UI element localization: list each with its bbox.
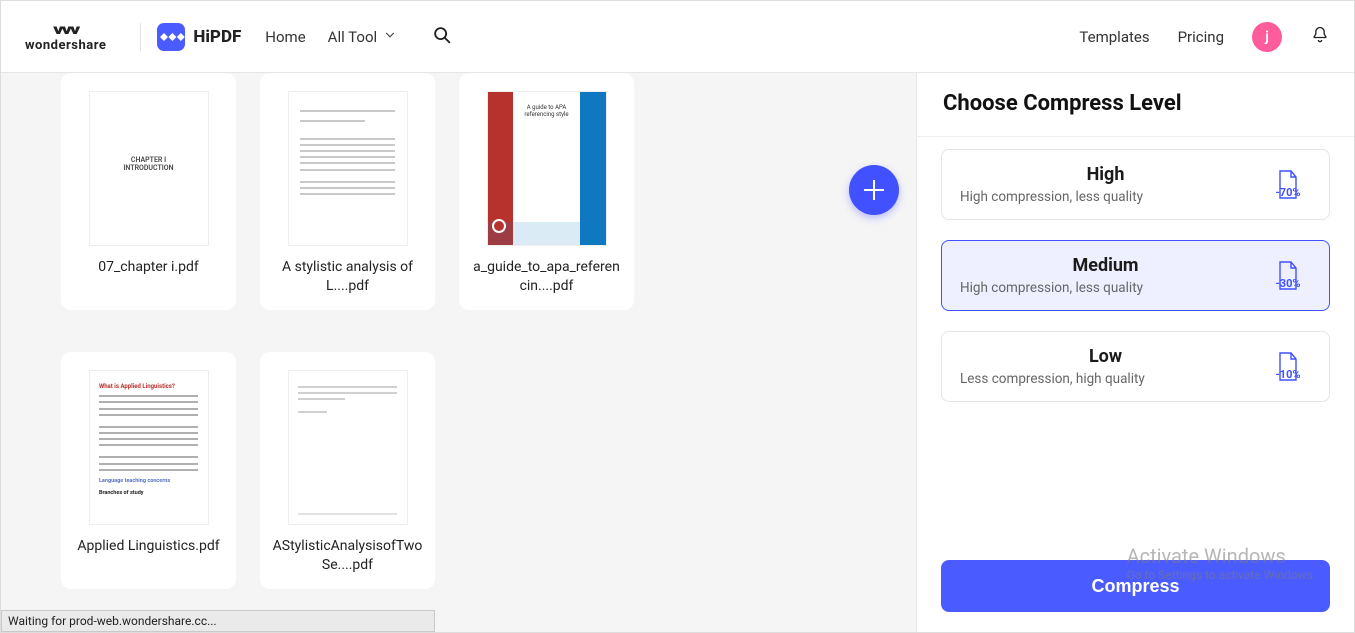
avatar[interactable]: j: [1252, 22, 1282, 52]
level-text: High High compression, less quality: [960, 164, 1251, 205]
browser-status-bar: Waiting for prod-web.wondershare.cc...: [1, 610, 435, 632]
chevron-down-icon: [383, 28, 397, 46]
search-icon[interactable]: [431, 24, 453, 50]
file-card[interactable]: AStylisticAnalysisofTwoSe....pdf: [260, 352, 435, 589]
nav-all-tools-label: All Tool: [328, 28, 378, 46]
bell-icon[interactable]: [1310, 25, 1330, 49]
level-desc: High compression, less quality: [960, 280, 1251, 296]
level-low[interactable]: Low Less compression, high quality -10%: [941, 331, 1330, 402]
file-name: AStylisticAnalysisofTwoSe....pdf: [272, 537, 423, 575]
file-icon: [1276, 170, 1300, 200]
panel-title: Choose Compress Level: [917, 73, 1354, 136]
panel-body: High High compression, less quality -70%…: [917, 136, 1354, 544]
level-high[interactable]: High High compression, less quality -70%: [941, 149, 1330, 220]
file-name: a_guide_to_apa_referencin....pdf: [471, 258, 622, 296]
file-thumbnail: [288, 91, 408, 246]
file-thumbnail: A guide to APAreferencing style: [487, 91, 607, 246]
level-name: High: [960, 164, 1251, 185]
file-thumbnail: What is Applied Linguistics? Language te…: [89, 370, 209, 525]
nav-all-tools[interactable]: All Tool: [328, 28, 398, 46]
file-card[interactable]: CHAPTER IINTRODUCTION 07_chapter i.pdf: [61, 73, 236, 310]
compress-button[interactable]: Compress: [941, 560, 1330, 612]
level-medium[interactable]: Medium High compression, less quality -3…: [941, 240, 1330, 311]
hipdf-title[interactable]: HiPDF: [193, 27, 241, 47]
file-card[interactable]: What is Applied Linguistics? Language te…: [61, 352, 236, 589]
file-thumbnail: [288, 370, 408, 525]
level-text: Low Less compression, high quality: [960, 346, 1251, 387]
hipdf-glyph-icon: [157, 23, 185, 51]
templates-link[interactable]: Templates: [1079, 28, 1149, 46]
file-icon: [1276, 261, 1300, 291]
file-name: 07_chapter i.pdf: [98, 258, 199, 277]
file-card[interactable]: A guide to APAreferencing style a_guide_…: [459, 73, 634, 310]
level-text: Medium High compression, less quality: [960, 255, 1251, 296]
file-name: Applied Linguistics.pdf: [77, 537, 219, 556]
add-file-button[interactable]: [849, 165, 899, 215]
pricing-link[interactable]: Pricing: [1178, 28, 1224, 46]
panel-footer: Activate Windows Go to Settings to activ…: [917, 544, 1354, 632]
nav-home[interactable]: Home: [265, 28, 305, 46]
file-name: A stylistic analysis of L....pdf: [272, 258, 423, 296]
level-badge: -30%: [1265, 261, 1311, 290]
compress-panel: Choose Compress Level High High compress…: [916, 73, 1354, 632]
header-right: Templates Pricing j: [1079, 22, 1330, 52]
level-badge: -70%: [1265, 170, 1311, 199]
divider: [140, 23, 141, 51]
logo-mark: vvv: [53, 23, 78, 36]
level-desc: High compression, less quality: [960, 189, 1251, 205]
file-card[interactable]: A stylistic analysis of L....pdf: [260, 73, 435, 310]
file-thumbnail: CHAPTER IINTRODUCTION: [89, 91, 209, 246]
file-icon: [1276, 352, 1300, 382]
wondershare-logo[interactable]: vvv wondershare: [25, 20, 106, 53]
header: vvv wondershare HiPDF Home All Tool Temp…: [1, 1, 1354, 73]
level-name: Low: [960, 346, 1251, 367]
file-grid: CHAPTER IINTRODUCTION 07_chapter i.pdf A…: [61, 73, 711, 589]
level-name: Medium: [960, 255, 1251, 276]
logo-word: wondershare: [25, 38, 106, 53]
level-badge: -10%: [1265, 352, 1311, 381]
level-desc: Less compression, high quality: [960, 371, 1251, 387]
hipdf-icon[interactable]: [157, 23, 185, 51]
